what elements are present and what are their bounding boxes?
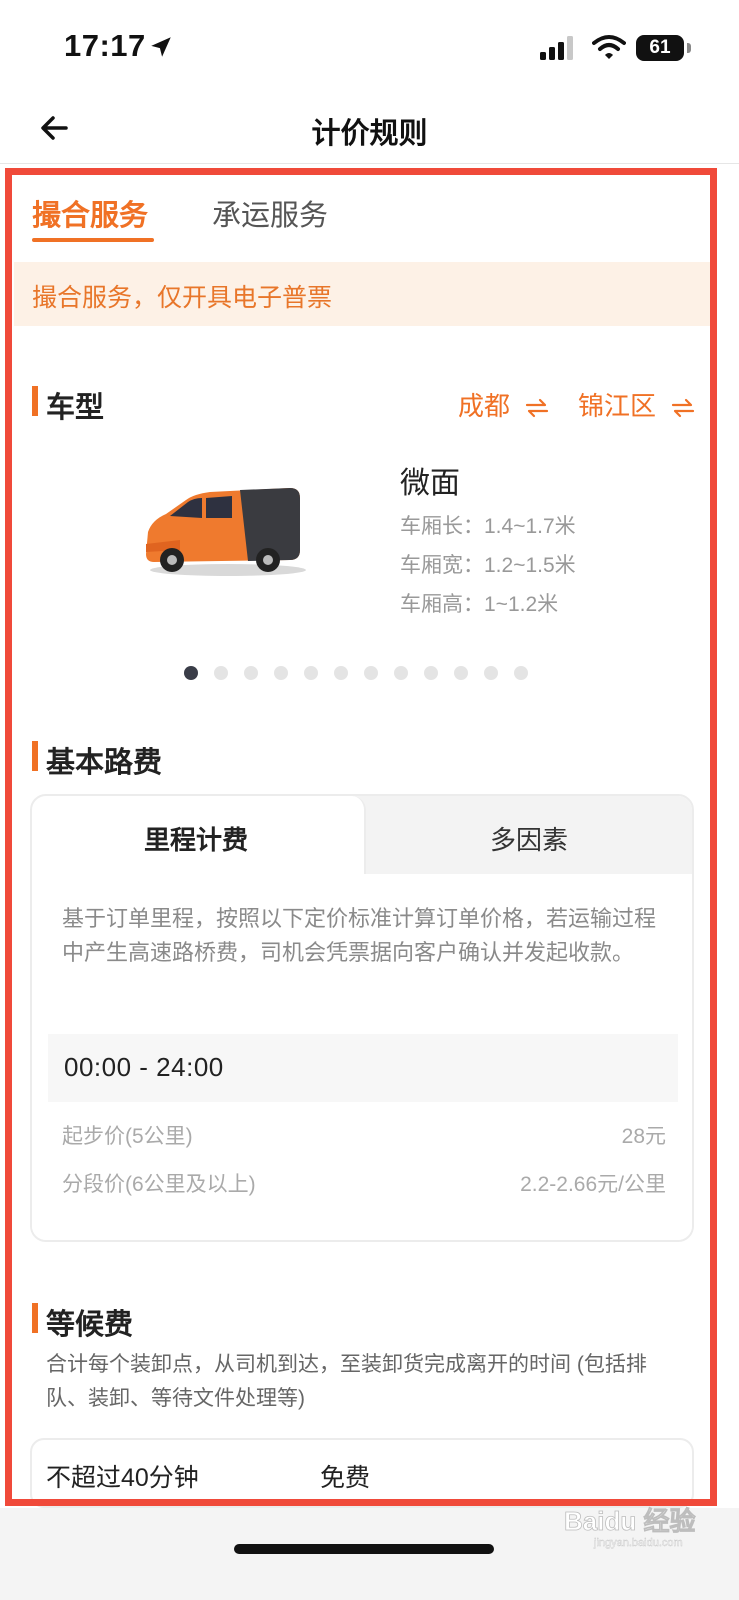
time-range-row: 00:00 - 24:00 bbox=[48, 1034, 678, 1102]
district-label: 锦江区 bbox=[578, 391, 657, 421]
invoice-notice: 撮合服务，仅开具电子普票 bbox=[14, 262, 712, 326]
carousel-dot[interactable] bbox=[484, 666, 498, 680]
carousel-dot[interactable] bbox=[244, 666, 258, 680]
starting-price-label: 起步价(5公里) bbox=[62, 1125, 193, 1148]
battery-cap bbox=[687, 43, 691, 53]
tab-multi-factor[interactable]: 多因素 bbox=[490, 820, 568, 857]
wifi-icon bbox=[592, 35, 626, 59]
waiting-fee-value: 免费 bbox=[320, 1464, 371, 1492]
carousel-dot[interactable] bbox=[394, 666, 408, 680]
waiting-condition: 不超过40分钟 bbox=[46, 1464, 199, 1492]
tab-carrier-service[interactable]: 承运服务 bbox=[212, 192, 328, 234]
signal-icon bbox=[540, 36, 573, 60]
vehicle-name: 微面 bbox=[400, 467, 460, 500]
van-image bbox=[146, 488, 306, 576]
carousel-dot[interactable] bbox=[214, 666, 228, 680]
section-marker bbox=[32, 741, 38, 771]
waiting-fee-section-title: 等候费 bbox=[46, 1309, 134, 1341]
carousel-dot[interactable] bbox=[514, 666, 528, 680]
active-tab-underline bbox=[32, 238, 154, 242]
page-title: 计价规则 bbox=[311, 118, 428, 150]
invoice-notice-text: 撮合服务，仅开具电子普票 bbox=[32, 284, 333, 312]
tab-mileage-pricing[interactable]: 里程计费 bbox=[32, 796, 366, 876]
vehicle-section-title: 车型 bbox=[46, 392, 105, 424]
fee-body: 基于订单里程，按照以下定价标准计算订单价格，若运输过程中产生高速路桥费，司机会凭… bbox=[32, 874, 692, 1240]
carousel-dot[interactable] bbox=[334, 666, 348, 680]
location-arrow-icon bbox=[151, 37, 171, 57]
segment-price-label: 分段价(6公里及以上) bbox=[62, 1173, 256, 1196]
watermark-logo: Baidu 经验 jingyan.baidu.com bbox=[564, 1506, 696, 1550]
battery-indicator: 61 bbox=[636, 35, 684, 61]
fee-description: 基于订单里程，按照以下定价标准计算订单价格，若运输过程中产生高速路桥费，司机会凭… bbox=[62, 906, 657, 965]
tab-mileage-pricing-label: 里程计费 bbox=[144, 825, 249, 855]
vehicle-spec-length: 车厢长：1.4~1.7米 bbox=[400, 515, 576, 538]
segment-price-value: 2.2-2.66元/公里 bbox=[520, 1173, 666, 1196]
carousel-dot[interactable] bbox=[454, 666, 468, 680]
base-fee-section-title: 基本路费 bbox=[46, 747, 163, 779]
city-label: 成都 bbox=[458, 391, 511, 421]
city-selector[interactable]: 成都 bbox=[458, 386, 549, 423]
swap-icon bbox=[672, 399, 695, 418]
svg-text:jingyan.baidu.com: jingyan.baidu.com bbox=[593, 1537, 683, 1549]
section-marker bbox=[32, 1303, 38, 1333]
nav-bar: 计价规则 bbox=[0, 96, 739, 164]
svg-text:Baidu 经验: Baidu 经验 bbox=[564, 1506, 695, 1536]
carousel-dot[interactable] bbox=[184, 666, 198, 680]
swap-icon bbox=[526, 399, 549, 418]
carousel-dots bbox=[184, 666, 528, 680]
district-selector[interactable]: 锦江区 bbox=[578, 386, 695, 423]
status-bar: 17:17 61 bbox=[0, 0, 739, 96]
tab-matching-service[interactable]: 撮合服务 bbox=[32, 192, 148, 234]
vehicle-spec-height: 车厢高：1~1.2米 bbox=[400, 593, 559, 616]
vehicle-spec-width: 车厢宽：1.2~1.5米 bbox=[400, 554, 576, 577]
waiting-fee-row: 不超过40分钟 免费 bbox=[30, 1438, 694, 1508]
carousel-dot[interactable] bbox=[364, 666, 378, 680]
carousel-dot[interactable] bbox=[304, 666, 318, 680]
starting-price-value: 28元 bbox=[621, 1125, 666, 1148]
status-time: 17:17 bbox=[64, 28, 146, 63]
carousel-dot[interactable] bbox=[424, 666, 438, 680]
time-range: 00:00 - 24:00 bbox=[64, 1052, 224, 1082]
carousel-dot[interactable] bbox=[274, 666, 288, 680]
waiting-fee-description: 合计每个装卸点，从司机到达，至装卸货完成离开的时间 (包括排队、装卸、等待文件处… bbox=[46, 1353, 647, 1410]
home-indicator[interactable] bbox=[234, 1544, 494, 1554]
section-marker bbox=[32, 386, 38, 416]
base-fee-card: 里程计费 多因素 基于订单里程，按照以下定价标准计算订单价格，若运输过程中产生高… bbox=[30, 794, 694, 1242]
